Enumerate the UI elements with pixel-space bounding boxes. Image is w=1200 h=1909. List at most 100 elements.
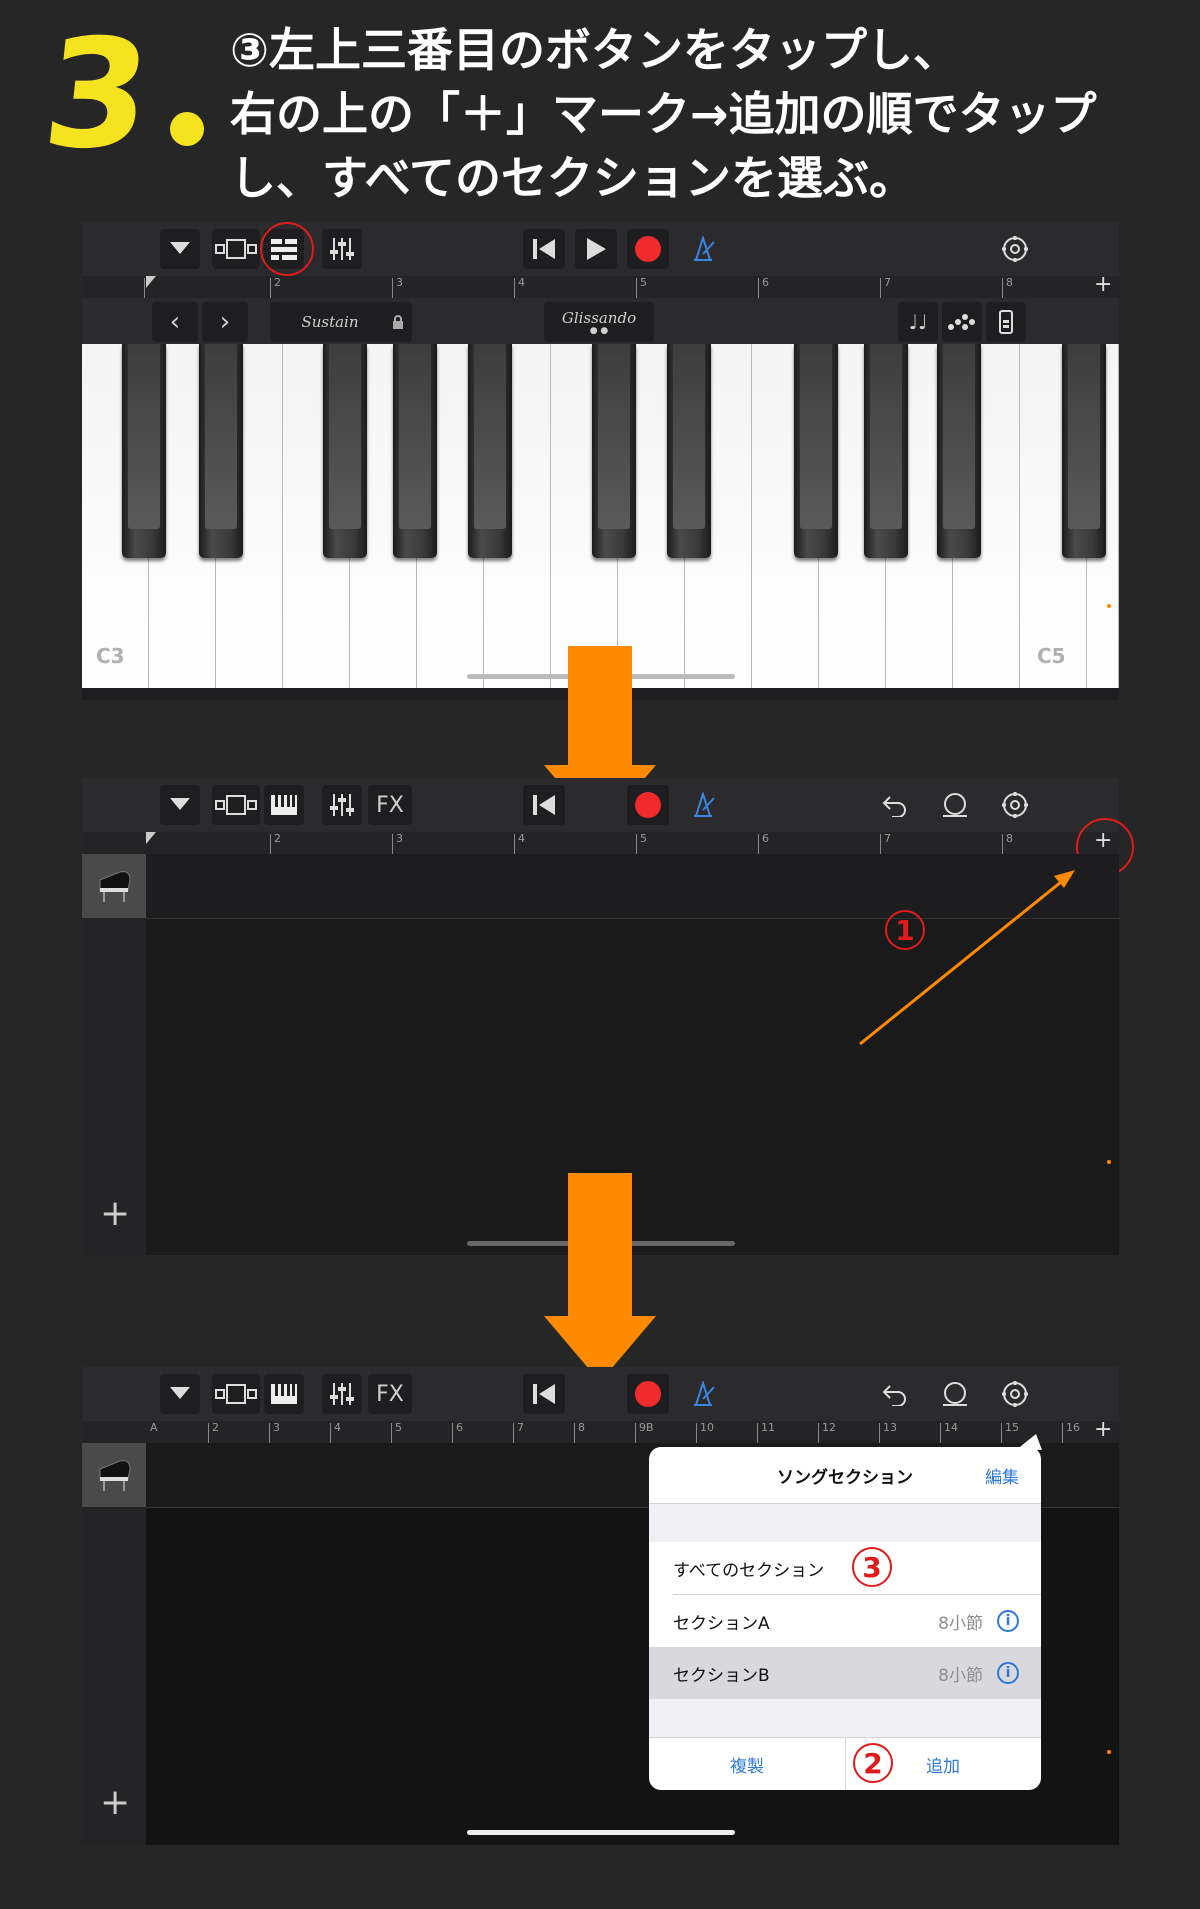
scale-button[interactable] [942,302,982,342]
info-icon[interactable]: i [997,1610,1019,1632]
instrument-button[interactable] [264,785,304,825]
section-name: セクションB [673,1665,770,1686]
bar-label: 4 [518,832,525,845]
badge-number: 3 [862,1550,882,1584]
gear-icon [1002,236,1028,262]
record-icon [635,236,661,262]
play-button[interactable] [575,229,617,269]
bar-label: 15 [1005,1421,1019,1434]
track-header-piano[interactable] [82,1443,146,1507]
duplicate-button[interactable]: 複製 [649,1752,845,1777]
playhead-icon[interactable] [146,832,158,852]
add-track-button[interactable]: + [100,1193,130,1234]
add-section-button[interactable]: + [1094,1417,1112,1442]
browser-button[interactable] [160,785,200,825]
bar-label: 6 [762,832,769,845]
triangle-down-icon [170,798,190,810]
view-toggle-button[interactable] [212,229,260,269]
info-icon[interactable]: i [997,1662,1019,1684]
piano-keyboard[interactable]: C3 C5 [82,344,1119,688]
bar-label: 2 [274,832,281,845]
gear-icon [1002,792,1028,818]
glissando-button[interactable]: Glissando ● ● [544,302,654,342]
piano-black-key[interactable] [122,344,166,558]
octave-up-button[interactable]: › [202,302,248,342]
all-sections-row[interactable]: すべてのセクション [649,1542,1041,1594]
playhead-icon[interactable] [146,276,158,296]
section-row-b[interactable]: セクションB 8小節 i [649,1647,1041,1699]
undo-icon [882,1385,906,1406]
rewind-button[interactable] [523,1374,565,1414]
velocity-button[interactable] [986,302,1026,342]
bar-label: 7 [884,832,891,845]
instruction-text: ③左上三番目のボタンをタップし、 右の上の「＋」マーク→追加の順でタップ し、す… [230,18,1190,210]
piano-black-key[interactable] [937,344,981,558]
bar-label: 2 [274,276,281,289]
metronome-button[interactable] [682,229,724,269]
timeline-ruler[interactable]: 2 3 4 5 6 7 8 + [82,272,1119,299]
undo-button[interactable] [874,1374,916,1414]
grand-piano-icon [99,1460,131,1491]
piano-black-key[interactable] [323,344,367,558]
fx-button[interactable]: FX [368,1374,412,1414]
settings-button[interactable] [994,1374,1036,1414]
view-toggle-button[interactable] [212,785,260,825]
record-button[interactable] [627,785,669,825]
piano-black-key[interactable] [468,344,512,558]
piano-black-key[interactable] [592,344,636,558]
metronome-button[interactable] [682,1374,724,1414]
track-header-piano[interactable] [82,854,146,918]
browser-button[interactable] [160,1374,200,1414]
sustain-lock-button[interactable] [384,302,412,342]
view-toggle-button[interactable] [212,1374,260,1414]
sustain-button[interactable]: Sustain [270,302,390,342]
triangle-down-icon [170,1387,190,1399]
toolbar: FX [82,778,1119,832]
section-name: セクションA [673,1613,770,1634]
loop-browser-button[interactable] [934,1374,976,1414]
velocity-icon [999,310,1013,334]
fx-label: FX [376,1381,404,1407]
metronome-icon [694,792,715,817]
octave-down-button[interactable]: ‹ [152,302,198,342]
record-icon [635,1381,661,1407]
arpeggiator-button[interactable]: ♩♩ [898,302,938,342]
fx-label: FX [376,792,404,818]
section-row-a[interactable]: セクションA 8小節 i [649,1595,1041,1647]
record-button[interactable] [627,229,669,269]
popover-gap [649,1504,1041,1542]
mixer-button[interactable] [322,229,362,269]
browser-button[interactable] [160,229,200,269]
add-track-button[interactable]: + [100,1782,130,1823]
key-label-c5: C5 [1037,644,1066,668]
piano-black-key[interactable] [794,344,838,558]
add-section-button[interactable]: + [1094,272,1112,297]
mixer-button[interactable] [322,1374,362,1414]
loop-browser-button[interactable] [934,785,976,825]
piano-black-key[interactable] [1062,344,1106,558]
timeline-ruler[interactable]: 2 3 4 5 6 7 8 + [82,828,1119,855]
mixer-button[interactable] [322,785,362,825]
undo-button[interactable] [874,785,916,825]
fx-button[interactable]: FX [368,785,412,825]
edit-button[interactable]: 編集 [985,1463,1019,1488]
piano-black-key[interactable] [199,344,243,558]
instrument-button[interactable] [264,1374,304,1414]
settings-button[interactable] [994,785,1036,825]
settings-button[interactable] [994,229,1036,269]
piano-black-key[interactable] [864,344,908,558]
piano-black-key[interactable] [667,344,711,558]
piano-black-key[interactable] [393,344,437,558]
timeline-ruler[interactable]: A 2 3 4 5 6 7 8 9B 10 11 12 13 14 15 16 … [82,1417,1119,1444]
record-button[interactable] [627,1374,669,1414]
bar-label: 11 [761,1421,775,1434]
bar-label: 4 [334,1421,341,1434]
gear-icon [1002,1381,1028,1407]
mixer-sliders-icon [330,1383,354,1405]
bar-label: 9B [639,1421,654,1434]
rewind-button[interactable] [523,229,565,269]
rewind-button[interactable] [523,785,565,825]
metronome-button[interactable] [682,785,724,825]
notes-icon: ♩♩ [908,310,928,334]
bar-label: 6 [762,276,769,289]
